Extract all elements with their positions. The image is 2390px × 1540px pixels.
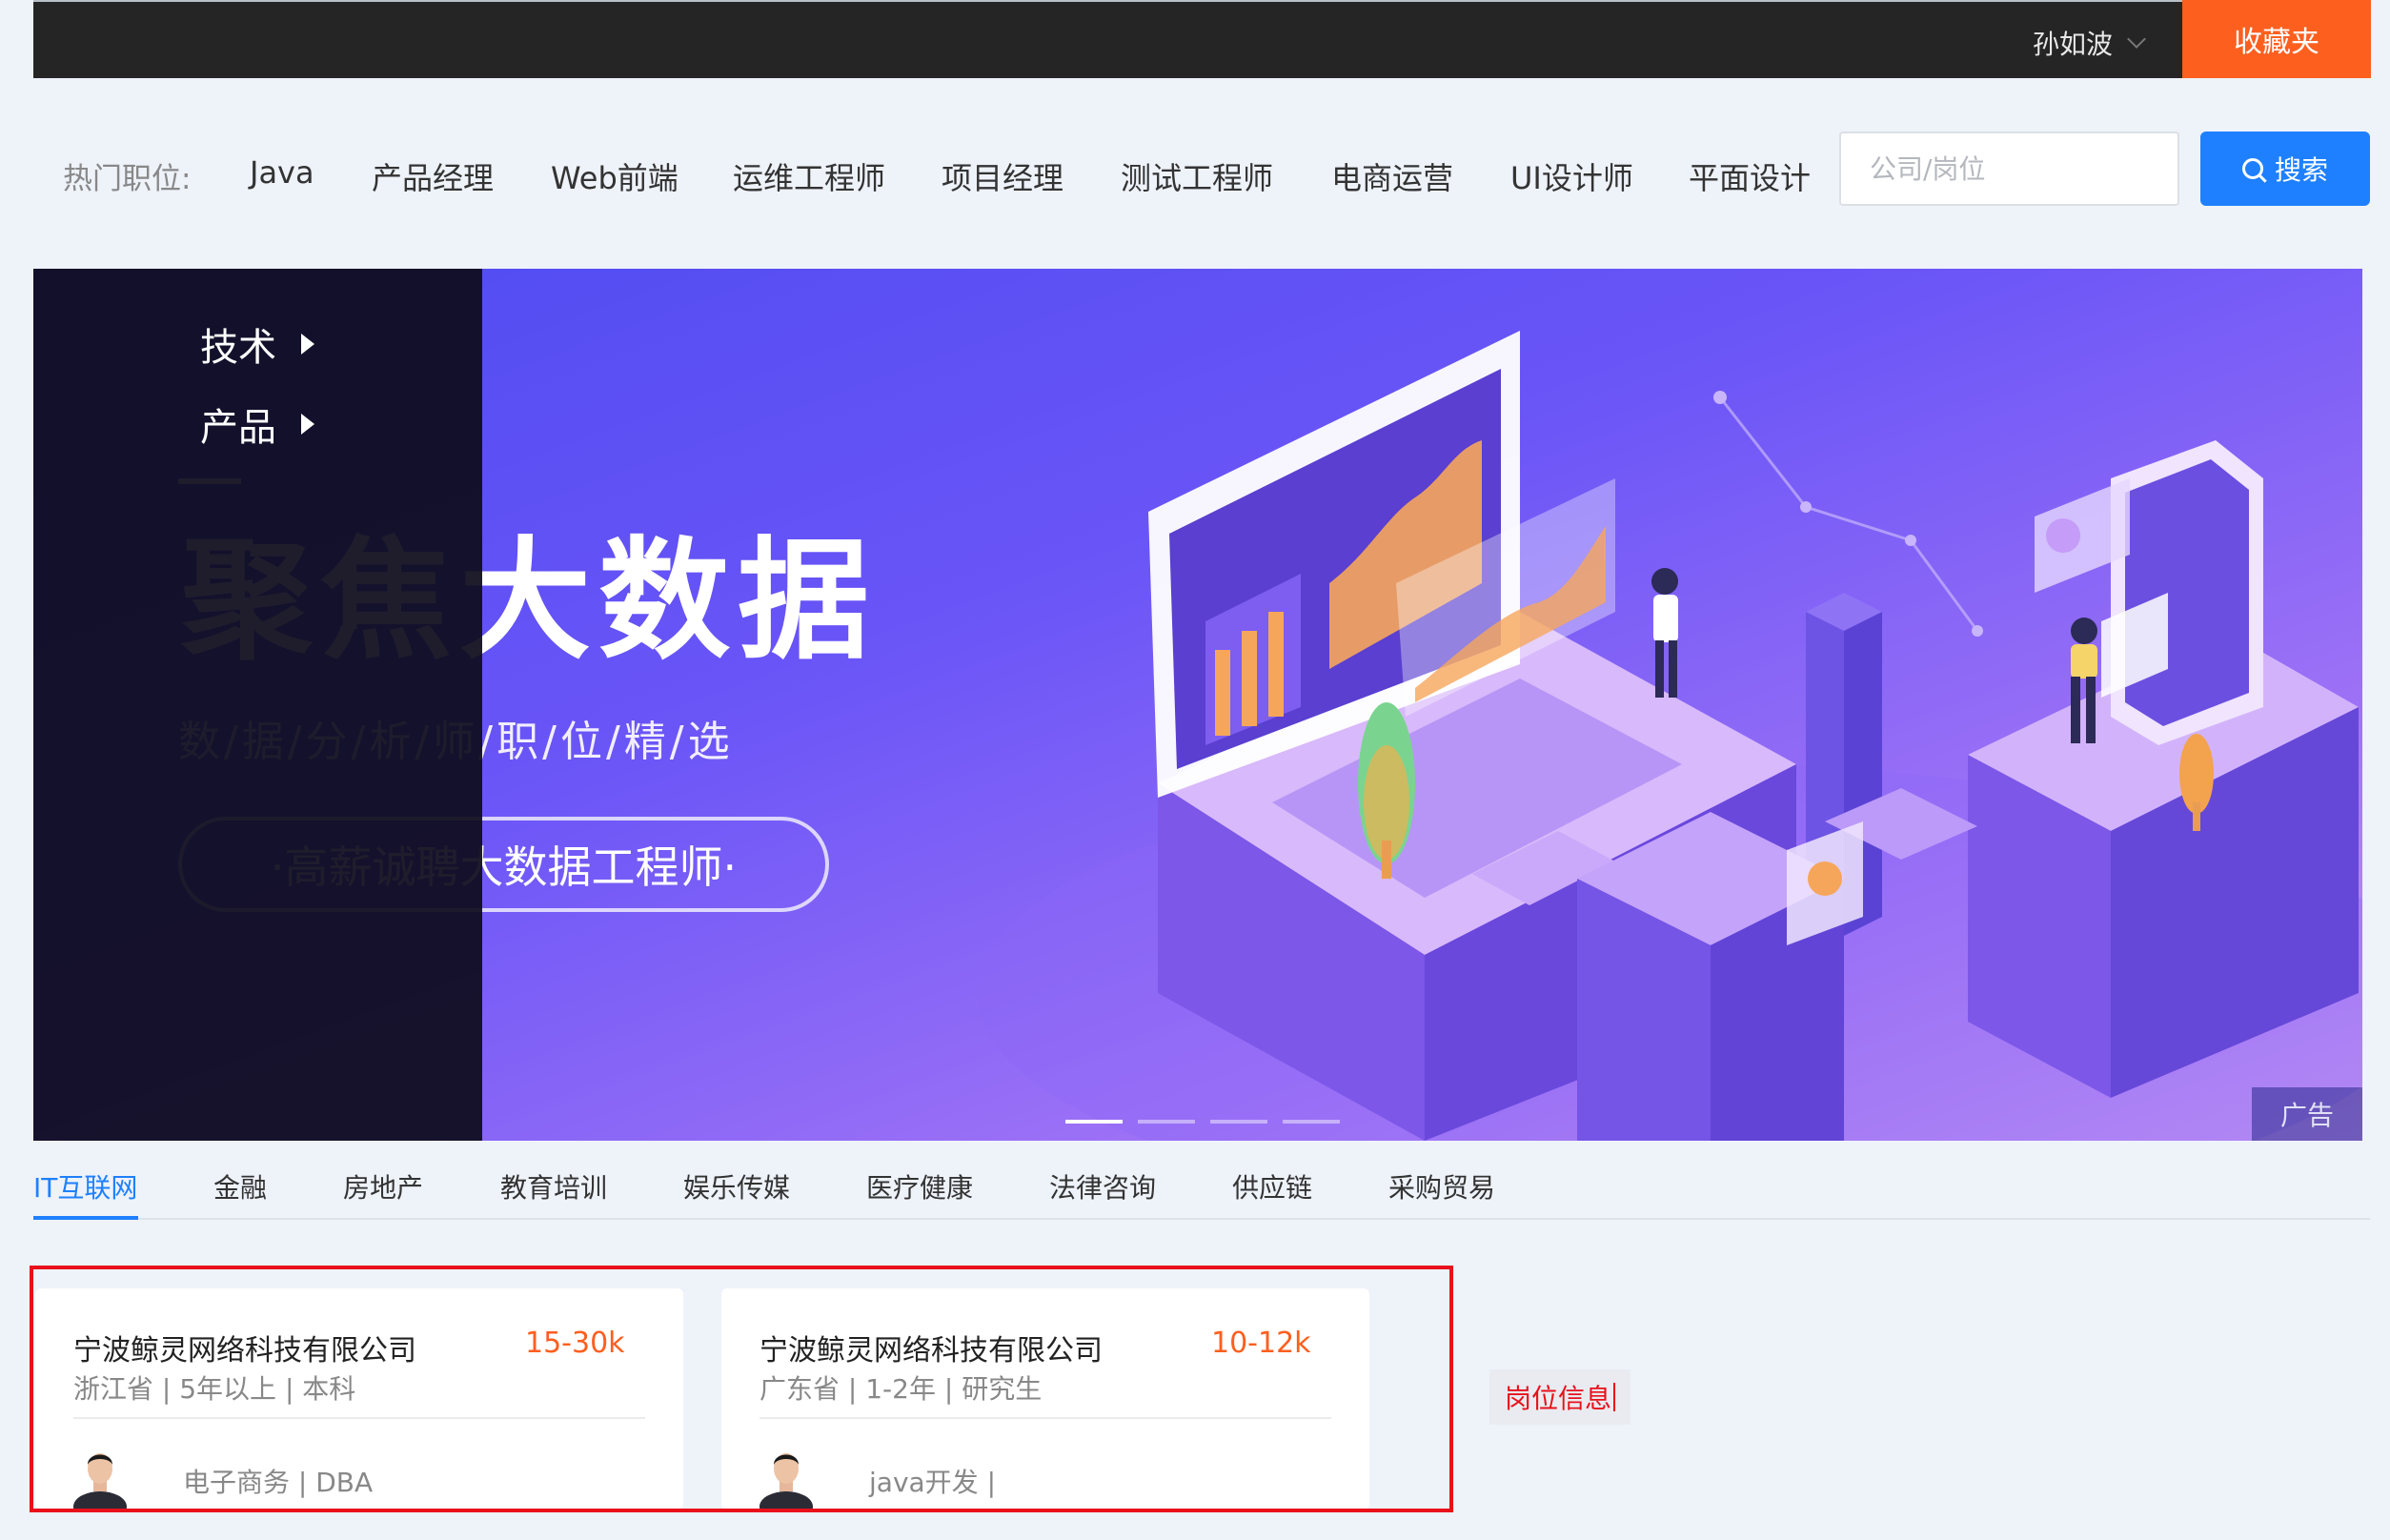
banner-carousel[interactable]: 聚焦大数据 数/据/分/析/师/职/位/精/选 ·高薪诚聘大数据工程师· 技术 …	[33, 269, 2362, 1141]
tab-education[interactable]: 教育培训	[500, 1167, 607, 1206]
tab-healthcare[interactable]: 医疗健康	[866, 1167, 973, 1206]
tabs-divider	[33, 1218, 2370, 1220]
search-button[interactable]: 搜索	[2200, 132, 2370, 206]
chevron-down-icon	[2127, 30, 2146, 49]
hot-job-link[interactable]: Web前端	[551, 154, 679, 198]
search-button-label: 搜索	[2274, 154, 2328, 186]
tab-finance[interactable]: 金融	[213, 1167, 267, 1206]
tab-real-estate[interactable]: 房地产	[343, 1167, 423, 1206]
carousel-dot[interactable]	[1210, 1120, 1267, 1124]
hot-jobs-label: 热门职位:	[63, 162, 192, 196]
annotation-frame	[30, 1266, 1453, 1512]
category-item-product[interactable]: 产品	[200, 396, 314, 452]
ad-badge: 广告	[2252, 1087, 2362, 1141]
hot-job-link[interactable]: 项目经理	[942, 154, 1063, 198]
search-input[interactable]	[1839, 132, 2179, 206]
tab-legal[interactable]: 法律咨询	[1049, 1167, 1156, 1206]
tab-media[interactable]: 娱乐传媒	[683, 1167, 790, 1206]
category-item-label: 产品	[200, 406, 276, 450]
hot-job-link[interactable]: 产品经理	[372, 154, 494, 198]
hot-job-link[interactable]: 运维工程师	[733, 154, 885, 198]
hot-job-link[interactable]: UI设计师	[1510, 154, 1633, 198]
annotation-label: 岗位信息	[1489, 1369, 1630, 1425]
search-icon	[2241, 158, 2263, 179]
tab-procurement[interactable]: 采购贸易	[1388, 1167, 1495, 1206]
caret-right-icon	[301, 334, 314, 355]
carousel-dot[interactable]	[1283, 1120, 1340, 1124]
caret-right-icon	[301, 414, 314, 435]
annotation-text: 岗位信息	[1504, 1383, 1611, 1414]
category-menu: 技术 产品	[33, 269, 482, 1141]
hot-job-link[interactable]: 测试工程师	[1121, 154, 1273, 198]
carousel-indicators	[1065, 1120, 1340, 1124]
user-name: 孙如波	[2033, 29, 2114, 60]
carousel-dot[interactable]	[1065, 1120, 1123, 1124]
carousel-dot[interactable]	[1138, 1120, 1195, 1124]
category-item-label: 技术	[200, 326, 276, 370]
user-menu[interactable]: 孙如波	[2033, 24, 2146, 62]
hot-job-link[interactable]: Java	[250, 154, 314, 191]
tab-it[interactable]: IT互联网	[33, 1167, 137, 1206]
top-bar: 孙如波	[33, 0, 2369, 78]
favorites-button[interactable]: 收藏夹	[2182, 0, 2371, 78]
hot-job-link[interactable]: 电商运营	[1331, 154, 1453, 198]
tab-supply-chain[interactable]: 供应链	[1232, 1167, 1312, 1206]
active-tab-indicator	[33, 1216, 138, 1220]
text-caret	[1613, 1383, 1615, 1411]
hot-job-link[interactable]: 平面设计	[1689, 154, 1811, 198]
category-item-tech[interactable]: 技术	[200, 316, 314, 372]
